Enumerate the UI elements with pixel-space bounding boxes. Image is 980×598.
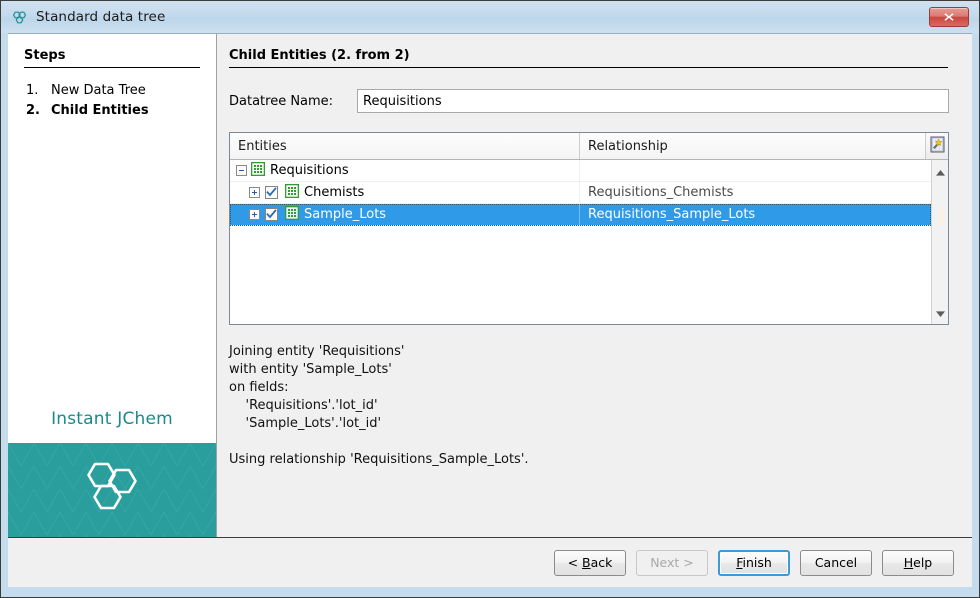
cell-entity: Sample_Lots	[230, 203, 580, 226]
datatree-name-label: Datatree Name:	[229, 93, 334, 109]
help-button[interactable]: Help	[882, 549, 954, 576]
cancel-button[interactable]: Cancel	[800, 549, 872, 576]
checkmark-icon	[266, 187, 277, 197]
dialog-body: Steps 1. New Data Tree 2. Child Entities…	[8, 33, 972, 537]
steps-sidebar: Steps 1. New Data Tree 2. Child Entities…	[8, 34, 217, 537]
main-panel: Child Entities (2. from 2) Datatree Name…	[217, 34, 972, 537]
expand-toggle-icon[interactable]	[249, 209, 260, 220]
entity-checkbox[interactable]	[265, 186, 278, 199]
entity-table-icon	[250, 161, 266, 180]
finish-button-label: Finish	[736, 555, 772, 570]
step-number: 2.	[26, 103, 40, 118]
steps-heading: Steps	[24, 48, 200, 68]
datatree-name-row: Datatree Name:	[229, 89, 949, 113]
step-item-1: 1. New Data Tree	[26, 81, 216, 101]
table-header-row: Entities Relationship	[230, 133, 948, 160]
back-button-label: < Back	[567, 555, 613, 570]
table-vertical-scrollbar[interactable]	[931, 160, 948, 324]
datatree-name-input[interactable]	[357, 89, 949, 113]
dialog-footer: < Back Next > Finish Cancel Help	[8, 537, 972, 587]
checkmark-icon	[266, 209, 277, 219]
table-row[interactable]: Sample_Lots Requisitions_Sample_Lots	[230, 203, 931, 226]
next-button-label: Next >	[650, 555, 694, 570]
table-body: Requisitions Chemists Requisitions_Chemi…	[230, 160, 948, 324]
branding-area: Instant JChem	[8, 399, 216, 537]
step-label: New Data Tree	[51, 83, 146, 98]
next-button: Next >	[636, 549, 708, 576]
cell-relationship: Requisitions_Sample_Lots	[588, 206, 756, 222]
column-chooser-button[interactable]	[926, 133, 948, 159]
molecule-icon	[11, 9, 28, 26]
back-button[interactable]: < Back	[554, 549, 626, 576]
column-chooser-icon	[930, 136, 945, 157]
expand-toggle-icon[interactable]	[249, 187, 260, 198]
cell-relationship: Requisitions_Chemists	[588, 184, 734, 200]
table-row[interactable]: Requisitions	[230, 160, 931, 182]
cancel-button-label: Cancel	[814, 555, 858, 570]
join-description: Joining entity 'Requisitions' with entit…	[229, 344, 529, 467]
step-label: Child Entities	[51, 103, 149, 118]
column-header-relationship[interactable]: Relationship	[580, 133, 926, 159]
page-title: Child Entities (2. from 2)	[229, 48, 948, 68]
close-icon	[943, 11, 955, 23]
window-bottom-edge	[1, 587, 979, 597]
entity-table-icon	[284, 183, 300, 202]
brand-name: Instant JChem	[51, 409, 173, 429]
entity-table-icon	[284, 205, 300, 224]
help-button-label: Help	[903, 555, 933, 570]
table-rows-container: Requisitions Chemists Requisitions_Chemi…	[230, 160, 931, 324]
entity-checkbox[interactable]	[265, 208, 278, 221]
dialog-window: Standard data tree Steps 1. New Data Tre…	[0, 0, 980, 598]
step-number: 1.	[26, 83, 39, 98]
scroll-down-arrow-icon[interactable]	[935, 303, 946, 322]
hexagon-molecule-logo	[81, 460, 143, 520]
cell-relationship	[580, 160, 931, 182]
collapse-toggle-icon[interactable]	[236, 165, 247, 176]
window-title: Standard data tree	[36, 9, 166, 25]
cell-entity: Chemists	[230, 181, 580, 204]
entity-label: Sample_Lots	[304, 207, 387, 222]
title-bar: Standard data tree	[1, 1, 979, 33]
step-item-2: 2. Child Entities	[26, 101, 216, 121]
steps-list: 1. New Data Tree 2. Child Entities	[8, 81, 216, 121]
scroll-up-arrow-icon[interactable]	[935, 162, 946, 181]
entities-table: Entities Relationship Requisitions Chemi…	[229, 132, 949, 325]
cell-entity: Requisitions	[230, 160, 580, 182]
brand-logo-panel	[8, 443, 216, 537]
column-header-entities[interactable]: Entities	[230, 133, 580, 159]
entity-label: Chemists	[304, 185, 365, 200]
finish-button[interactable]: Finish	[718, 549, 790, 576]
entity-label: Requisitions	[270, 163, 349, 178]
table-row[interactable]: Chemists Requisitions_Chemists	[230, 181, 931, 204]
close-button[interactable]	[929, 7, 969, 27]
